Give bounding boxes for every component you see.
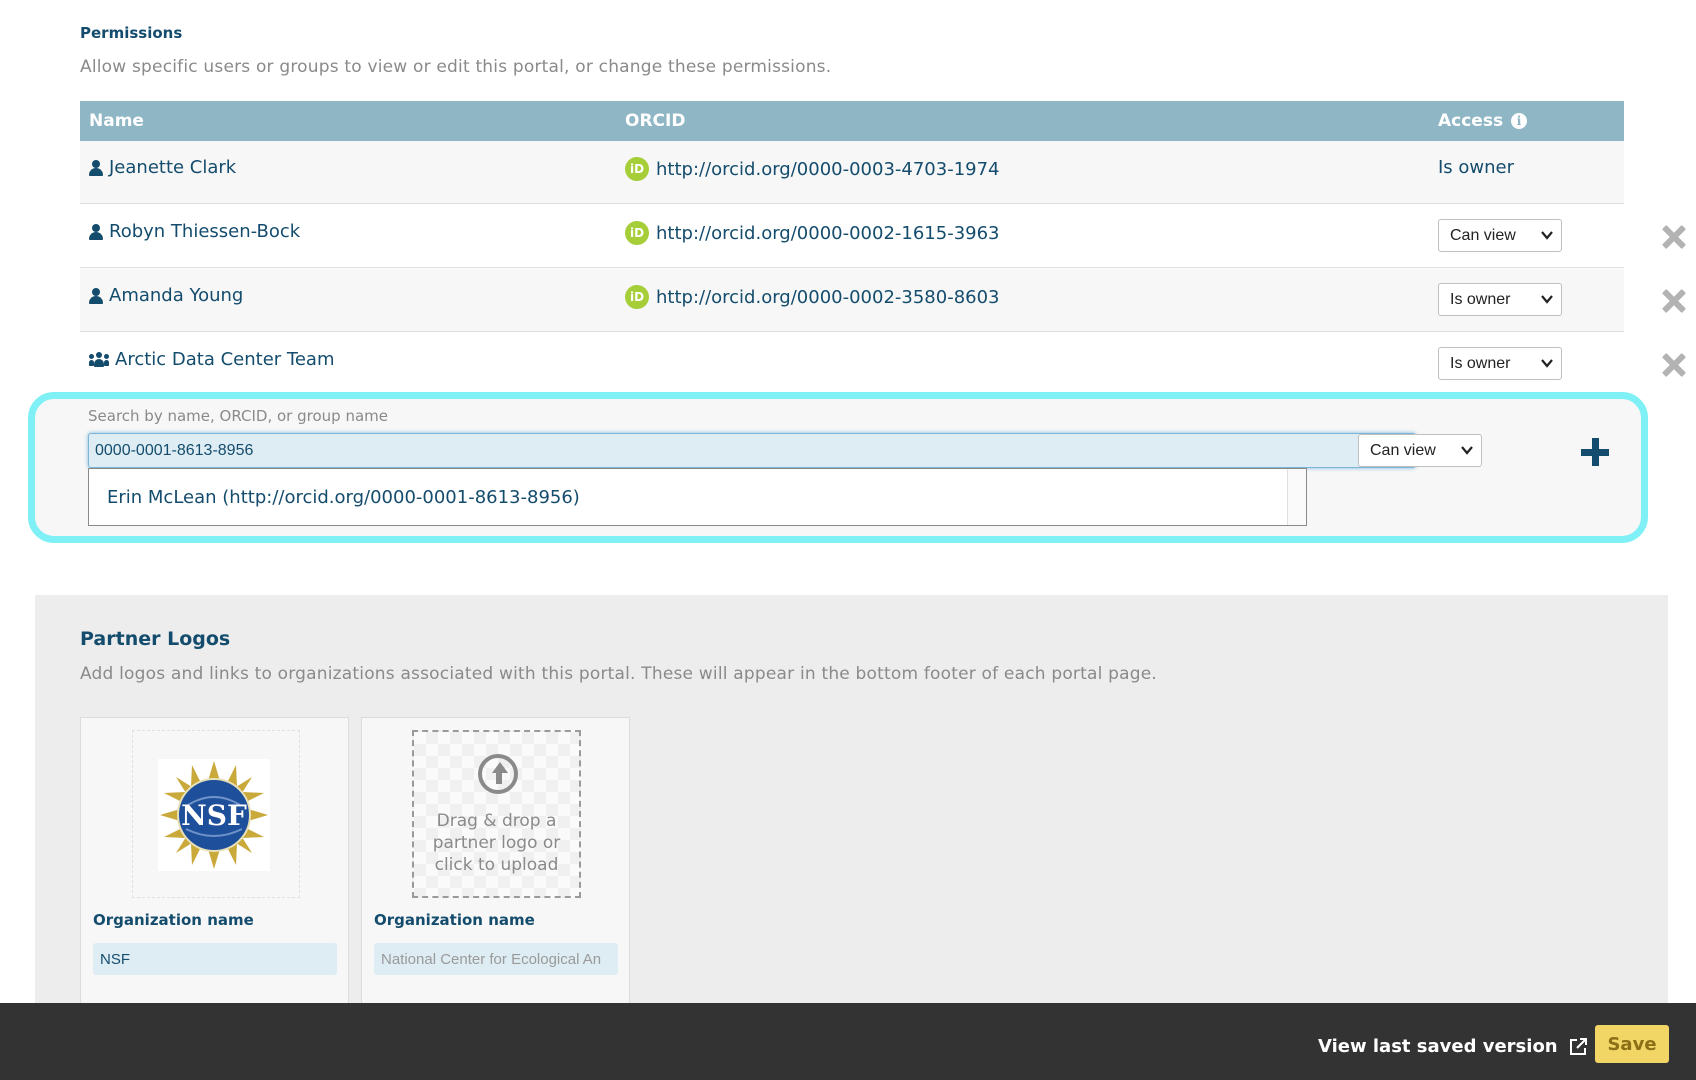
org-name-input[interactable]: NSF (93, 943, 337, 975)
table-row: Arctic Data Center Team Is owner (80, 333, 1624, 396)
row-name: Arctic Data Center Team (89, 349, 334, 370)
access-select[interactable]: Is owner (1438, 347, 1562, 380)
chevron-down-icon (1541, 231, 1553, 240)
orcid-icon: iD (625, 157, 649, 181)
orcid-icon: iD (625, 221, 649, 245)
permissions-table: Name ORCID Access i Jeanette Clark iD ht… (80, 101, 1624, 380)
save-button[interactable]: Save (1595, 1025, 1669, 1063)
group-icon (89, 351, 109, 368)
partner-logos-description: Add logos and links to organizations ass… (80, 664, 1157, 684)
scrollbar[interactable] (1287, 469, 1306, 525)
row-orcid-link[interactable]: http://orcid.org/0000-0002-3580-8603 (656, 287, 1000, 308)
row-name: Amanda Young (89, 285, 243, 306)
row-name: Jeanette Clark (89, 157, 236, 178)
table-row: Amanda Young iD http://orcid.org/0000-00… (80, 269, 1624, 332)
column-header-access-label: Access (1438, 111, 1504, 131)
view-last-saved-label: View last saved version (1318, 1036, 1558, 1057)
user-icon (89, 287, 103, 304)
row-orcid-link[interactable]: http://orcid.org/0000-0002-1615-3963 (656, 223, 1000, 244)
row-name-label: Amanda Young (109, 285, 244, 306)
org-name-label: Organization name (374, 911, 535, 929)
search-input[interactable]: 0000-0001-8613-8956 (88, 433, 1416, 468)
permissions-description: Allow specific users or groups to view o… (80, 57, 832, 77)
user-icon (89, 159, 103, 176)
upload-icon (478, 754, 518, 794)
chevron-down-icon (1541, 295, 1553, 304)
remove-button[interactable] (1660, 352, 1686, 378)
upload-instructions: Drag & drop a partner logo or click to upl… (432, 811, 561, 875)
chevron-down-icon (1541, 359, 1553, 368)
user-icon (89, 223, 103, 240)
logo-dropzone[interactable]: NSF (132, 730, 300, 898)
row-name-label: Arctic Data Center Team (115, 349, 335, 370)
external-link-icon (1569, 1037, 1587, 1055)
row-orcid[interactable]: iD http://orcid.org/0000-0002-1615-3963 (625, 221, 1000, 245)
row-orcid[interactable]: iD http://orcid.org/0000-0003-4703-1974 (625, 157, 1000, 181)
partner-logo-card: Drag & drop a partner logo or click to upl… (361, 717, 630, 1017)
permissions-heading: Permissions (80, 24, 183, 42)
table-row: Jeanette Clark iD http://orcid.org/0000-… (80, 141, 1624, 204)
org-name-input[interactable]: National Center for Ecological An (374, 943, 618, 975)
chevron-down-icon (1461, 446, 1473, 455)
autocomplete-dropdown: Erin McLean (http://orcid.org/0000-0001-… (88, 468, 1307, 526)
new-access-select[interactable]: Can view (1358, 434, 1482, 467)
remove-button[interactable] (1660, 288, 1686, 314)
access-select-value: Is owner (1450, 354, 1511, 372)
row-name: Robyn Thiessen-Bock (89, 221, 300, 242)
partner-logo-card: NSF Organization name NSF (80, 717, 349, 1017)
row-name-label: Robyn Thiessen-Bock (109, 221, 301, 242)
access-select[interactable]: Can view (1438, 219, 1562, 252)
column-header-access: Access i (1438, 111, 1528, 131)
autocomplete-item[interactable]: Erin McLean (http://orcid.org/0000-0001-… (107, 487, 580, 508)
org-name-label: Organization name (93, 911, 254, 929)
access-select-value: Is owner (1450, 290, 1511, 308)
row-orcid[interactable]: iD http://orcid.org/0000-0002-3580-8603 (625, 285, 1000, 309)
access-select-value: Can view (1370, 441, 1436, 459)
plus-icon[interactable] (1580, 437, 1610, 467)
view-last-saved-link[interactable]: View last saved version (1318, 1036, 1588, 1057)
nsf-logo: NSF (158, 759, 270, 871)
nsf-logo-text: NSF (181, 799, 247, 832)
access-select[interactable]: Is owner (1438, 283, 1562, 316)
remove-button[interactable] (1660, 224, 1686, 250)
logo-upload-dropzone[interactable]: Drag & drop a partner logo or click to upl… (412, 730, 581, 898)
orcid-icon: iD (625, 285, 649, 309)
table-row: Robyn Thiessen-Bock iD http://orcid.org/… (80, 205, 1624, 268)
row-orcid-link[interactable]: http://orcid.org/0000-0003-4703-1974 (656, 159, 1000, 180)
footer-bar: View last saved version Save (0, 1003, 1696, 1080)
table-header: Name ORCID Access i (80, 101, 1624, 141)
access-select-value: Can view (1450, 226, 1516, 244)
partner-logos-heading: Partner Logos (80, 628, 231, 650)
row-name-label: Jeanette Clark (109, 157, 237, 178)
column-header-orcid: ORCID (625, 111, 686, 131)
search-label: Search by name, ORCID, or group name (88, 407, 388, 425)
column-header-name: Name (89, 111, 144, 131)
row-access-static: Is owner (1438, 157, 1515, 178)
info-icon[interactable]: i (1511, 113, 1528, 129)
